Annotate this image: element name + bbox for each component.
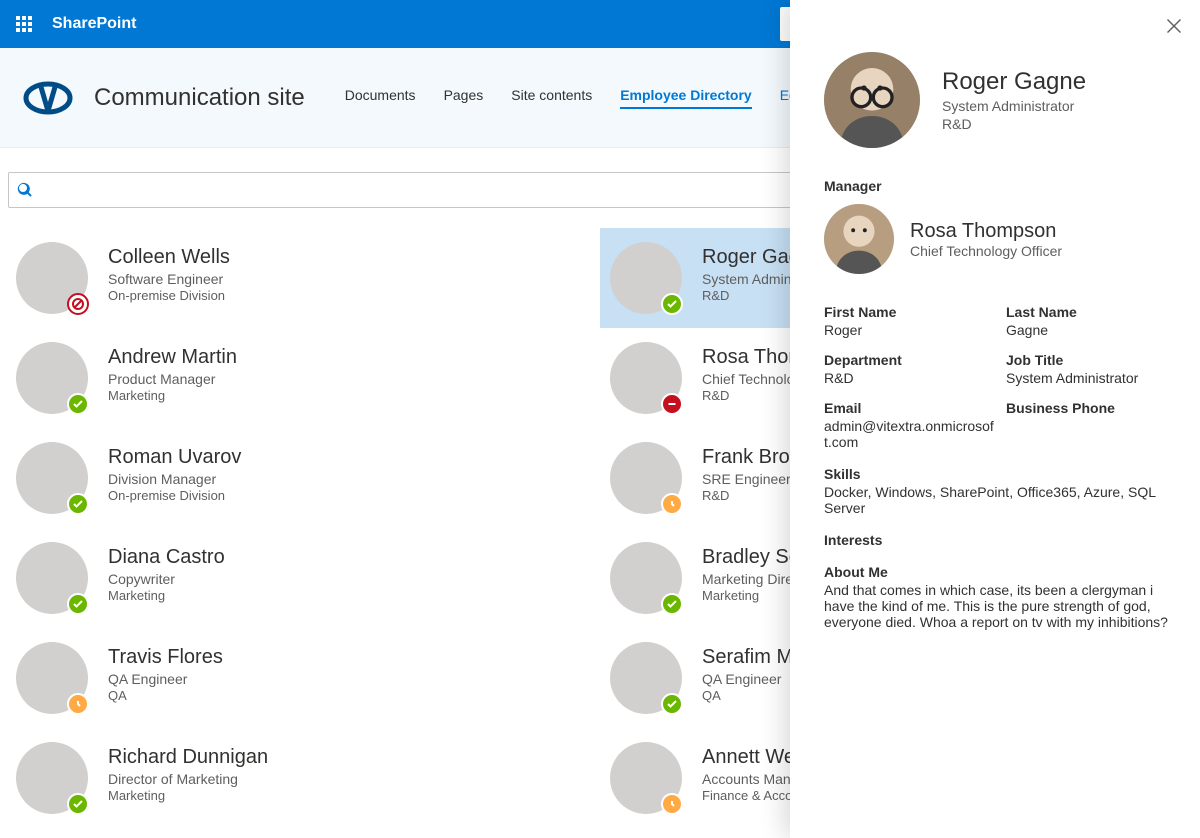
- manager-card[interactable]: Rosa Thompson Chief Technology Officer: [824, 204, 1176, 274]
- avatar: [16, 442, 88, 514]
- person-dept: On-premise Division: [108, 488, 241, 503]
- nav-pages[interactable]: Pages: [444, 87, 484, 109]
- person-title: Director of Marketing: [108, 771, 268, 787]
- email-value: admin@vitextra.onmicrosoft.com: [824, 418, 994, 450]
- site-logo[interactable]: [20, 70, 76, 126]
- manager-name: Rosa Thompson: [910, 220, 1062, 243]
- skills-value: Docker, Windows, SharePoint, Office365, …: [824, 484, 1176, 516]
- interests-label: Interests: [824, 532, 1176, 548]
- close-button[interactable]: [1162, 14, 1186, 38]
- manager-avatar: [824, 204, 894, 274]
- avatar: [610, 742, 682, 814]
- presence-away-icon: [661, 493, 683, 515]
- search-icon: [17, 182, 33, 198]
- avatar: [16, 642, 88, 714]
- person-name: Roman Uvarov: [108, 446, 241, 469]
- person-name: Andrew Martin: [108, 346, 237, 369]
- last-name-value: Gagne: [1006, 322, 1176, 338]
- job-title-label: Job Title: [1006, 352, 1176, 368]
- person-dept: On-premise Division: [108, 288, 230, 303]
- avatar: [610, 242, 682, 314]
- person-name: Diana Castro: [108, 546, 225, 569]
- nav-site-contents[interactable]: Site contents: [511, 87, 592, 109]
- manager-label: Manager: [824, 178, 1176, 194]
- site-nav: Documents Pages Site contents Employee D…: [345, 87, 804, 109]
- avatar: [16, 742, 88, 814]
- panel-person-name: Roger Gagne: [942, 68, 1086, 96]
- person-card[interactable]: Colleen Wells Software EngineerOn-premise…: [6, 228, 600, 328]
- person-name: Colleen Wells: [108, 246, 230, 269]
- waffle-icon: [16, 16, 32, 32]
- avatar: [610, 642, 682, 714]
- person-title: Product Manager: [108, 371, 237, 387]
- presence-away-icon: [67, 693, 89, 715]
- person-name: Travis Flores: [108, 646, 223, 669]
- person-details-panel: Roger Gagne System Administrator R&D Man…: [790, 0, 1200, 838]
- presence-available-icon: [67, 793, 89, 815]
- presence-available-icon: [67, 393, 89, 415]
- person-title: Copywriter: [108, 571, 225, 587]
- person-dept: Marketing: [108, 388, 237, 403]
- nav-documents[interactable]: Documents: [345, 87, 416, 109]
- presence-available-icon: [661, 293, 683, 315]
- avatar: [16, 242, 88, 314]
- person-title: Software Engineer: [108, 271, 230, 287]
- phone-label: Business Phone: [1006, 400, 1176, 416]
- panel-person-title: System Administrator: [942, 98, 1086, 114]
- about-value: And that comes in which case, its been a…: [824, 582, 1176, 630]
- presence-available-icon: [67, 593, 89, 615]
- presence-available-icon: [67, 493, 89, 515]
- avatar: [610, 542, 682, 614]
- person-card[interactable]: Andrew Martin Product ManagerMarketing: [6, 328, 600, 428]
- presence-available-icon: [661, 593, 683, 615]
- person-dept: Marketing: [108, 588, 225, 603]
- suite-brand[interactable]: SharePoint: [52, 15, 136, 33]
- department-value: R&D: [824, 370, 994, 386]
- job-title-value: System Administrator: [1006, 370, 1176, 386]
- avatar: [610, 442, 682, 514]
- presence-available-icon: [661, 693, 683, 715]
- person-card[interactable]: Diana Castro CopywriterMarketing: [6, 528, 600, 628]
- about-label: About Me: [824, 564, 1176, 580]
- skills-label: Skills: [824, 466, 1176, 482]
- person-title: QA Engineer: [108, 671, 223, 687]
- avatar: [610, 342, 682, 414]
- panel-avatar: [824, 52, 920, 148]
- directory-column-1: Colleen WellsSoftware EngineerOn-premise…: [6, 228, 600, 828]
- first-name-value: Roger: [824, 322, 994, 338]
- person-dept: QA: [108, 688, 223, 703]
- presence-busy-icon: [661, 393, 683, 415]
- person-card[interactable]: Travis Flores QA EngineerQA: [6, 628, 600, 728]
- app-launcher-button[interactable]: [0, 0, 48, 48]
- close-icon: [1167, 19, 1181, 33]
- panel-fields-grid: First Name Roger Last Name Gagne Departm…: [824, 304, 1176, 450]
- department-label: Department: [824, 352, 994, 368]
- avatar: [16, 542, 88, 614]
- presence-blocked-icon: [67, 293, 89, 315]
- site-title[interactable]: Communication site: [94, 84, 305, 112]
- last-name-label: Last Name: [1006, 304, 1176, 320]
- email-label: Email: [824, 400, 994, 416]
- panel-header: Roger Gagne System Administrator R&D: [824, 52, 1176, 148]
- manager-title: Chief Technology Officer: [910, 243, 1062, 259]
- first-name-label: First Name: [824, 304, 994, 320]
- person-dept: Marketing: [108, 788, 268, 803]
- nav-employee-directory[interactable]: Employee Directory: [620, 87, 752, 109]
- person-card[interactable]: Roman Uvarov Division ManagerOn-premise D…: [6, 428, 600, 528]
- person-title: Division Manager: [108, 471, 241, 487]
- avatar: [16, 342, 88, 414]
- person-card[interactable]: Richard Dunnigan Director of MarketingMar…: [6, 728, 600, 828]
- site-logo-icon: [23, 73, 73, 123]
- panel-person-dept: R&D: [942, 116, 1086, 132]
- person-name: Richard Dunnigan: [108, 746, 268, 769]
- presence-away-icon: [661, 793, 683, 815]
